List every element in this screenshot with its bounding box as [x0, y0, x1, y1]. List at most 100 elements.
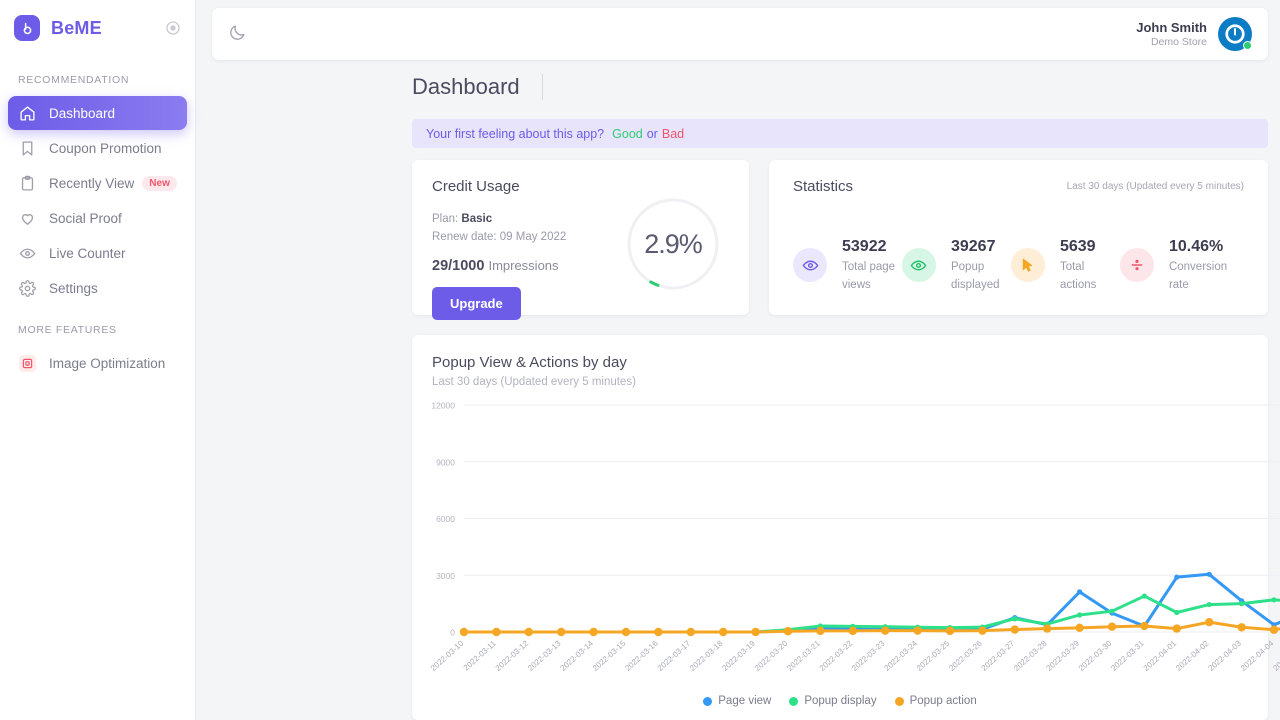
chart-plot-area: 0 3000 6000 9000 12000 2022-03-10 2022-03-11 20… — [412, 395, 1280, 720]
sidebar-item-label: Social Proof — [49, 210, 122, 226]
stat-text: 5639 Total actions — [1060, 237, 1120, 293]
collapse-sidebar-icon[interactable] — [165, 20, 181, 36]
stat-text: 10.46% Conversion rate — [1169, 237, 1244, 293]
clipboard-icon — [19, 175, 36, 192]
impressions-label: Impressions — [488, 258, 559, 273]
stat-label: Conversion rate — [1168, 261, 1228, 291]
svg-text:2022-03-31: 2022-03-31 — [1109, 638, 1146, 672]
legend-item-popup-display[interactable]: Popup display — [789, 695, 877, 707]
chart-title: Popup View & Actions by day — [432, 354, 627, 371]
sidebar-item-social-proof[interactable]: Social Proof — [8, 201, 187, 235]
stat-value: 39267 — [950, 238, 996, 255]
statistics-subtitle: Last 30 days (Updated every 5 minutes) — [1066, 181, 1244, 192]
svg-text:2022-04-01: 2022-04-01 — [1142, 638, 1179, 672]
svg-text:2022-03-27: 2022-03-27 — [980, 638, 1017, 672]
stat-text: 53922 Total page views — [842, 237, 902, 293]
eye-icon — [901, 248, 936, 282]
feedback-bad-link[interactable]: Bad — [662, 127, 684, 141]
svg-text:2022-03-23: 2022-03-23 — [850, 638, 887, 672]
svg-text:2022-03-26: 2022-03-26 — [947, 638, 984, 672]
svg-text:2022-04-03: 2022-04-03 — [1207, 638, 1244, 672]
sidebar-item-label: Live Counter — [49, 245, 126, 261]
svg-text:2022-04-02: 2022-04-02 — [1174, 638, 1211, 672]
svg-text:2022-03-25: 2022-03-25 — [915, 638, 952, 672]
legend-label: Popup action — [909, 695, 977, 707]
sidebar-item-live-counter[interactable]: Live Counter — [8, 236, 187, 270]
stat-popup-displayed: 39267 Popup displayed — [901, 237, 1011, 293]
feedback-question: Your first feeling about this app? — [426, 126, 605, 141]
cursor-icon — [1010, 248, 1045, 282]
popup-chart-card: Popup View & Actions by day Last 30 days… — [412, 335, 1280, 720]
chart-legend: Page view Popup display Popup action — [412, 695, 1268, 707]
svg-text:2022-03-20: 2022-03-20 — [753, 638, 790, 672]
feedback-or-text: or — [646, 126, 658, 141]
title-divider — [541, 74, 543, 100]
sidebar-item-label: Image Optimization — [49, 355, 166, 371]
svg-text:2022-03-11: 2022-03-11 — [462, 638, 498, 672]
stat-total-actions: 5639 Total actions — [1010, 237, 1120, 293]
plan-value: Basic — [461, 213, 493, 225]
svg-text:3000: 3000 — [436, 571, 455, 581]
svg-text:2022-03-29: 2022-03-29 — [1045, 638, 1082, 672]
eye-icon — [19, 245, 36, 262]
sidebar-item-label: Settings — [49, 280, 98, 296]
legend-color-dot — [894, 696, 904, 706]
image-optimize-icon — [19, 354, 36, 372]
sidebar-item-image-optimization[interactable]: Image Optimization — [8, 346, 187, 380]
stat-label: Total page views — [842, 261, 896, 291]
beme-logo-icon — [14, 15, 40, 41]
svg-text:2022-03-16: 2022-03-16 — [623, 638, 660, 672]
feedback-good-link[interactable]: Good — [612, 127, 643, 141]
svg-text:2022-03-15: 2022-03-15 — [591, 638, 628, 672]
sidebar-item-coupon-promotion[interactable]: Coupon Promotion — [8, 131, 187, 165]
stat-label: Popup displayed — [950, 261, 1000, 291]
sidebar-item-label: Recently View — [49, 175, 135, 191]
stat-value: 10.46% — [1168, 238, 1224, 255]
svg-text:2022-03-19: 2022-03-19 — [721, 638, 758, 672]
gear-icon — [19, 279, 36, 297]
avatar[interactable] — [1218, 17, 1252, 51]
svg-text:2022-03-22: 2022-03-22 — [818, 638, 855, 672]
nav-section-recommendation-label: RECOMMENDATION — [18, 74, 130, 86]
svg-text:2022-03-28: 2022-03-28 — [1012, 638, 1049, 672]
sidebar-item-dashboard[interactable]: Dashboard — [8, 96, 187, 130]
upgrade-button[interactable]: Upgrade — [432, 287, 521, 320]
sidebar-item-label: Dashboard — [49, 105, 116, 121]
user-menu[interactable]: John Smith Demo Store — [1136, 17, 1252, 51]
page-title: Dashboard — [412, 74, 520, 99]
svg-text:2022-03-13: 2022-03-13 — [526, 638, 563, 672]
stat-total-page-views: 53922 Total page views — [793, 237, 902, 293]
credit-usage-card: Credit Usage Plan: Basic Renew date: 09 … — [412, 160, 749, 320]
statistics-row: 53922 Total page views 39267 Popup displ… — [793, 237, 1244, 293]
credit-usage-donut: 2.9% — [624, 195, 722, 293]
credit-percent-label: 2.9% — [644, 228, 703, 259]
nav-section-more-features-label: MORE FEATURES — [18, 324, 117, 336]
legend-color-dot — [703, 696, 713, 706]
online-status-dot — [1243, 41, 1252, 50]
svg-text:2022-04-04: 2022-04-04 — [1239, 638, 1276, 672]
legend-label: Popup display — [804, 695, 877, 707]
legend-item-page-view[interactable]: Page view — [703, 695, 771, 707]
svg-text:2022-03-17: 2022-03-17 — [656, 638, 693, 672]
sidebar-item-settings[interactable]: Settings — [8, 271, 187, 305]
svg-text:2022-03-12: 2022-03-12 — [494, 638, 531, 672]
sidebar-item-recently-view[interactable]: Recently View New — [8, 166, 187, 200]
new-badge: New — [142, 175, 177, 191]
brand: BeME — [0, 0, 195, 56]
percent-icon — [1119, 248, 1154, 282]
svg-text:2022-03-18: 2022-03-18 — [688, 638, 725, 672]
statistics-card: Statistics Last 30 days (Updated every 5… — [769, 160, 1268, 315]
main-content: John Smith Demo Store Dashboard Your fir… — [196, 0, 1280, 720]
credit-usage-title: Credit Usage — [432, 178, 520, 195]
legend-item-popup-action[interactable]: Popup action — [894, 695, 977, 707]
svg-text:2022-03-14: 2022-03-14 — [559, 638, 596, 672]
app-root: BeME RECOMMENDATION Dashboard Coupon Pro… — [0, 0, 1280, 720]
heart-icon — [19, 210, 36, 227]
svg-text:2022-03-24: 2022-03-24 — [883, 638, 920, 672]
brand-name: BeME — [51, 17, 102, 38]
topbar: John Smith Demo Store — [212, 8, 1268, 60]
user-name: John Smith — [1136, 19, 1207, 35]
impressions-value: 29/1000 — [432, 258, 485, 274]
svg-text:2022-03-21: 2022-03-21 — [785, 638, 822, 672]
moon-icon[interactable] — [228, 23, 250, 45]
